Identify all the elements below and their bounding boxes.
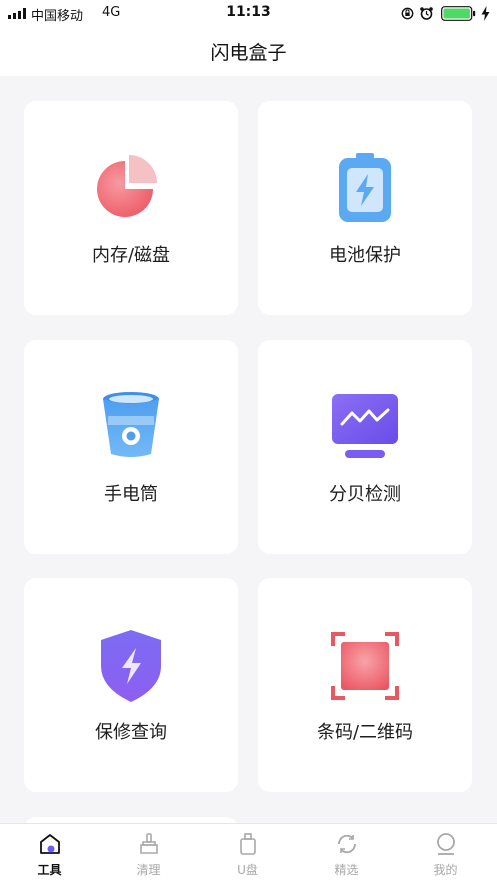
orientation-lock-icon [401,7,414,20]
usb-drive-icon [240,833,256,855]
tab-label: 精选 [334,863,359,877]
tool-card-flashlight[interactable]: 手电筒 [24,340,238,554]
broom-icon [140,833,158,854]
tab-label: 清理 [136,863,161,877]
decibel-monitor-icon [332,394,398,458]
home-icon [40,834,60,854]
tool-label: 电池保护 [329,245,401,266]
tool-label: 条码/二维码 [316,722,414,743]
status-bar: 中国移动 4G 11:13 [0,0,497,26]
battery-status-icon [441,6,476,21]
tab-usb[interactable]: U盘 [198,824,297,883]
refresh-icon [338,834,356,854]
tab-label: 我的 [433,863,458,877]
alarm-icon [420,7,433,20]
tool-label: 内存/磁盘 [91,245,171,266]
tab-bar: 工具 清理 U盘 精选 我的 [0,823,497,883]
page-title: 闪电盒子 [210,42,287,64]
tab-label: 工具 [37,863,62,877]
tool-label: 手电筒 [104,484,158,505]
pie-chart-icon [97,155,157,217]
scan-frame-icon [331,632,399,700]
tool-card-storage[interactable]: 内存/磁盘 [24,101,238,315]
tab-featured[interactable]: 精选 [297,824,396,883]
tab-mine[interactable]: 我的 [396,824,495,883]
tab-label: U盘 [237,863,258,877]
flashlight-icon [103,392,159,457]
tool-card-battery[interactable]: 电池保护 [258,101,472,315]
tab-clean[interactable]: 清理 [99,824,198,883]
profile-icon [437,833,455,855]
battery-icon [339,153,391,222]
tool-label: 保修查询 [95,722,167,743]
navigation-bar: 闪电盒子 [0,26,497,76]
shield-bolt-icon [101,630,161,702]
charging-bolt-icon [481,6,490,21]
tab-tools[interactable]: 工具 [0,824,99,883]
tool-card-decibel[interactable]: 分贝检测 [258,340,472,554]
tool-card-barcode[interactable]: 条码/二维码 [258,578,472,792]
status-right-icons [401,4,491,22]
tool-card-warranty[interactable]: 保修查询 [24,578,238,792]
tool-label: 分贝检测 [329,484,401,505]
